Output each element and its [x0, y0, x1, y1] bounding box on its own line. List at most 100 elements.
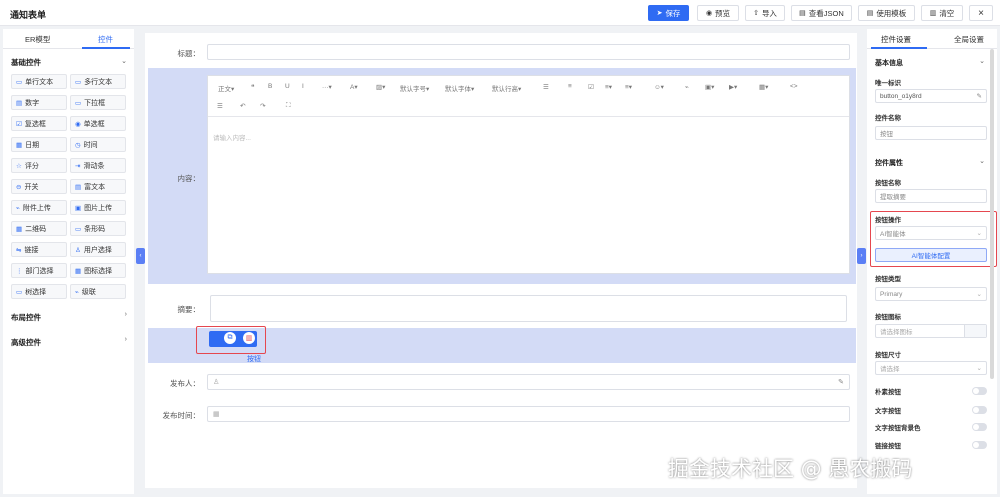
component-label: 链接 [24, 246, 39, 254]
editor-tool[interactable]: ▦▾ [759, 83, 768, 91]
component-button[interactable]: ◉ 单选框 [70, 116, 126, 131]
section-basic-info[interactable]: 基本信息 [875, 58, 903, 68]
component-icon: ⊖ [16, 183, 22, 191]
tab-components[interactable]: 控件 [98, 34, 113, 45]
control-name-input[interactable]: 按钮 [875, 126, 987, 140]
editor-tool[interactable]: ▶▾ [729, 83, 737, 91]
editor-tool[interactable]: U [285, 83, 290, 90]
editor-tool[interactable]: ≡▾ [605, 83, 612, 91]
component-button[interactable]: ▣ 图片上传 [70, 200, 126, 215]
component-button[interactable]: ▤ 富文本 [70, 179, 126, 194]
component-button[interactable]: ⋮ 部门选择 [11, 263, 67, 278]
group-layout[interactable]: 布局控件 [11, 312, 41, 323]
editor-tool[interactable]: ▣▾ [705, 83, 714, 91]
collapse-left-button[interactable]: ‹ [136, 248, 145, 264]
editor-tool[interactable]: I [302, 83, 304, 90]
group-basic[interactable]: 基础控件 [11, 57, 41, 68]
component-icon: ▭ [75, 99, 82, 107]
tab-global-settings[interactable]: 全局设置 [954, 34, 984, 45]
editor-tool[interactable]: ☑ [588, 83, 594, 91]
chevron-down-icon[interactable]: ⌄ [979, 157, 985, 165]
component-icon: ◉ [75, 120, 81, 128]
preview-button[interactable]: ◉ 预览 [697, 5, 739, 21]
text-button-switch[interactable] [972, 406, 987, 414]
editor-tool[interactable]: B [268, 83, 272, 90]
title-input[interactable] [207, 44, 850, 60]
editor-tool[interactable]: ≡▾ [625, 83, 632, 91]
import-button[interactable]: ⇧ 导入 [745, 5, 785, 21]
editor-tool[interactable]: ❝ [251, 83, 255, 91]
component-icon: ♙ [75, 246, 81, 254]
chevron-down-icon[interactable]: ⌄ [121, 57, 127, 65]
publisher-label: 发布人： [170, 379, 200, 388]
button-type-select[interactable]: Primary ⌄ [875, 287, 987, 301]
chevron-right-icon[interactable]: › [125, 336, 127, 343]
component-button[interactable]: ▭ 树选择 [11, 284, 67, 299]
editor-tool[interactable]: 默认字号▾ [400, 83, 429, 93]
component-button[interactable]: ▭ 条形码 [70, 221, 126, 236]
view-json-button[interactable]: ▤ 查看JSON [791, 5, 852, 21]
editor-tool[interactable]: ☺▾ [654, 83, 664, 91]
chevron-right-icon[interactable]: › [125, 311, 127, 318]
link-button-switch[interactable] [972, 441, 987, 449]
icon-picker-button[interactable] [964, 325, 986, 337]
rich-text-editor[interactable]: 正文▾ ❝ B U I ···▾ A▾ ▨▾ 默认字号▾ 默认字体▾ 默认行高▾ ☰ ≡ ☑ ≡▾ ≡▾ ☺▾ ⌁… [207, 75, 850, 274]
editor-tool[interactable]: ☰ [217, 102, 223, 110]
component-button[interactable]: ♙ 用户选择 [70, 242, 126, 257]
component-button[interactable]: ◷ 时间 [70, 137, 126, 152]
summary-textarea[interactable] [210, 295, 847, 322]
component-button[interactable]: ▭ 多行文本 [70, 74, 126, 89]
unique-id-input[interactable]: button_o1y8rd ✎ [875, 89, 987, 103]
close-button[interactable]: × [969, 5, 993, 21]
plain-button-switch[interactable] [972, 387, 987, 395]
button-name-input[interactable]: 提取摘要 [875, 189, 987, 203]
editor-tool[interactable]: 默认字体▾ [445, 83, 474, 93]
editor-tool[interactable]: ···▾ [322, 83, 332, 91]
button-type-label: 按钮类型 [875, 276, 901, 283]
section-control-props[interactable]: 控件属性 [875, 158, 903, 168]
editor-tool[interactable]: ≡ [568, 83, 572, 90]
component-button[interactable]: ⌁ 附件上传 [11, 200, 67, 215]
component-button[interactable]: ⇋ 链接 [11, 242, 67, 257]
component-button[interactable]: ☑ 复选框 [11, 116, 67, 131]
component-button[interactable]: ⌁ 级联 [70, 284, 126, 299]
button-icon-input[interactable]: 请选择图标 [875, 324, 987, 338]
publish-time-input[interactable]: ▦ [207, 406, 850, 422]
editor-tool[interactable]: ▨▾ [376, 83, 385, 91]
component-button[interactable]: ▦ 日期 [11, 137, 67, 152]
tab-er-model[interactable]: ER模型 [25, 34, 50, 45]
editor-tool[interactable]: ☰ [543, 83, 549, 91]
editor-tool[interactable]: ⛶ [286, 102, 291, 110]
eye-icon: ◉ [705, 9, 713, 17]
editor-tool[interactable]: ⌁ [685, 83, 689, 91]
component-button[interactable]: ▤ 数字 [11, 95, 67, 110]
component-button[interactable]: ⇥ 滑动条 [70, 158, 126, 173]
edit-icon[interactable]: ✎ [838, 378, 844, 386]
text-bg-switch[interactable] [972, 423, 987, 431]
editor-tool[interactable]: <> [790, 83, 798, 90]
component-button[interactable]: ▦ 二维码 [11, 221, 67, 236]
clear-button[interactable]: ▥ 清空 [921, 5, 963, 21]
edit-icon[interactable]: ✎ [977, 92, 982, 100]
component-button[interactable]: ▭ 下拉框 [70, 95, 126, 110]
editor-tool[interactable]: A▾ [350, 83, 358, 91]
editor-tool[interactable]: ↷ [260, 102, 265, 110]
use-template-button[interactable]: ▤ 使用模板 [858, 5, 915, 21]
editor-tool[interactable]: ↶ [240, 102, 245, 110]
component-icon: ▭ [75, 78, 82, 86]
component-button[interactable]: ☆ 评分 [11, 158, 67, 173]
component-button[interactable]: ▭ 单行文本 [11, 74, 67, 89]
collapse-right-button[interactable]: › [857, 248, 866, 264]
scrollbar[interactable] [990, 49, 994, 379]
group-advanced[interactable]: 高级控件 [11, 337, 41, 348]
publisher-input[interactable]: ♙ ✎ [207, 374, 850, 390]
button-size-select[interactable]: 请选择 ⌄ [875, 361, 987, 375]
highlight-box-action [870, 211, 997, 267]
save-button[interactable]: ➤ 保存 [648, 5, 689, 21]
editor-tool[interactable]: 正文▾ [218, 83, 234, 93]
editor-tool[interactable]: 默认行高▾ [492, 83, 521, 93]
component-button[interactable]: ⊖ 开关 [11, 179, 67, 194]
tab-control-settings[interactable]: 控件设置 [881, 34, 911, 45]
component-button[interactable]: ▦ 图标选择 [70, 263, 126, 278]
chevron-down-icon[interactable]: ⌄ [979, 57, 985, 65]
